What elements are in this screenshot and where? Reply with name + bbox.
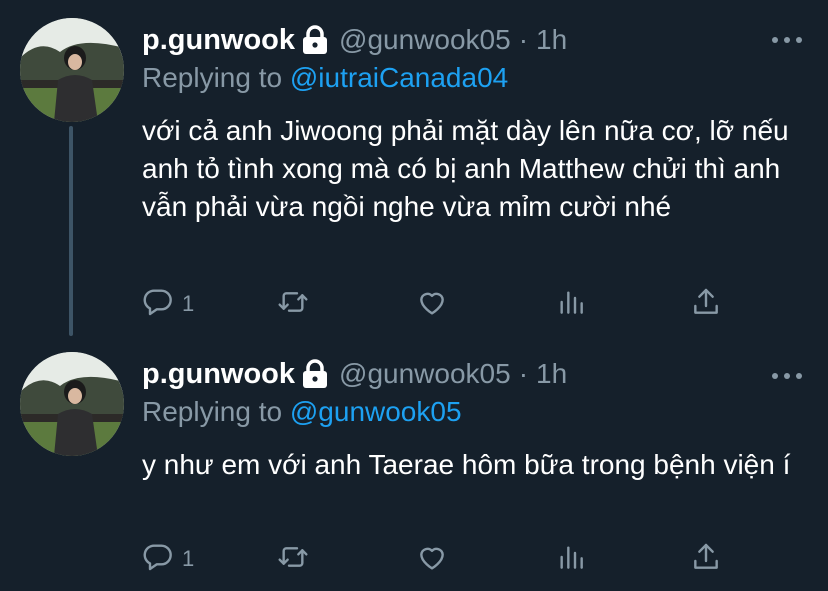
analytics-button[interactable] xyxy=(555,541,587,577)
action-bar: 1 xyxy=(142,286,732,322)
timestamp[interactable]: 1h xyxy=(536,24,567,56)
retweet-icon xyxy=(277,286,309,323)
like-icon xyxy=(416,541,448,578)
replying-to-mention[interactable]: @iutraiCanada04 xyxy=(290,62,508,93)
reply-icon xyxy=(142,541,174,578)
action-bar: 1 xyxy=(142,541,732,577)
reply-count: 1 xyxy=(182,546,195,571)
display-name[interactable]: p.gunwook xyxy=(142,358,295,391)
thread-connector-line xyxy=(69,126,73,336)
share-icon xyxy=(690,286,722,323)
tweet-text: y như em với anh Taerae hôm bữa trong bệ… xyxy=(142,449,791,480)
retweet-button[interactable] xyxy=(277,286,309,322)
stats-icon xyxy=(555,541,587,578)
retweet-button[interactable] xyxy=(277,541,309,577)
share-button[interactable] xyxy=(690,541,722,577)
more-icon[interactable] xyxy=(772,366,802,386)
replying-to-label: Replying to xyxy=(142,396,283,427)
reply-button[interactable]: 1 xyxy=(142,541,194,577)
handle[interactable]: @gunwook05 xyxy=(339,358,511,390)
retweet-icon xyxy=(277,541,309,578)
share-button[interactable] xyxy=(690,286,722,322)
avatar[interactable] xyxy=(20,352,124,456)
replying-to: Replying to @iutraiCanada04 xyxy=(142,62,508,94)
share-icon xyxy=(690,541,722,578)
tweet-header: p.gunwook @gunwook05 · 1h xyxy=(142,352,567,396)
avatar[interactable] xyxy=(20,18,124,122)
lock-icon xyxy=(301,25,329,55)
reply-button[interactable]: 1 xyxy=(142,286,194,322)
handle[interactable]: @gunwook05 xyxy=(339,24,511,56)
tweet-text: với cả anh Jiwoong phải mặt dày lên nữa … xyxy=(142,115,789,222)
replying-to-mention[interactable]: @gunwook05 xyxy=(290,396,462,427)
like-icon xyxy=(416,286,448,323)
tweet-header: p.gunwook @gunwook05 · 1h xyxy=(142,18,567,62)
replying-to-label: Replying to xyxy=(142,62,283,93)
reply-icon xyxy=(142,286,174,323)
separator-dot: · xyxy=(518,24,529,55)
timestamp[interactable]: 1h xyxy=(536,358,567,390)
analytics-button[interactable] xyxy=(555,286,587,322)
replying-to: Replying to @gunwook05 xyxy=(142,396,462,428)
stats-icon xyxy=(555,286,587,323)
more-icon[interactable] xyxy=(772,30,802,50)
like-button[interactable] xyxy=(416,541,448,577)
display-name[interactable]: p.gunwook xyxy=(142,24,295,57)
separator-dot: · xyxy=(518,358,529,389)
tweet[interactable]: p.gunwook @gunwook05 · 1h Replying to @g… xyxy=(0,336,828,591)
lock-icon xyxy=(301,359,329,389)
reply-count: 1 xyxy=(182,291,195,316)
tweet[interactable]: p.gunwook @gunwook05 · 1h Replying to @i… xyxy=(0,0,828,336)
like-button[interactable] xyxy=(416,286,448,322)
